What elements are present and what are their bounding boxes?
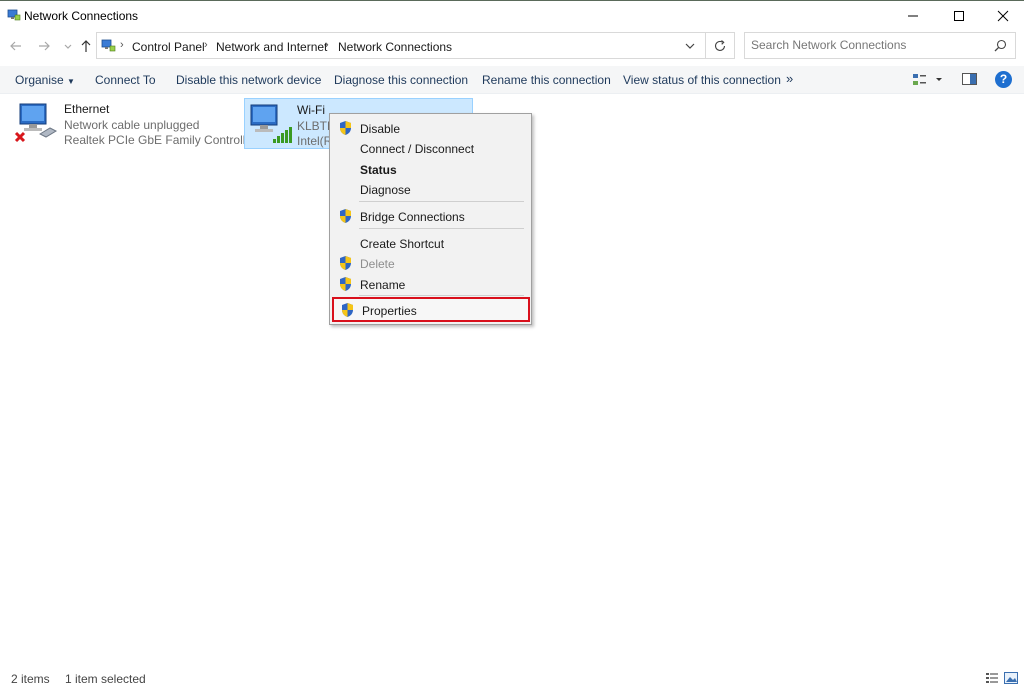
view-status-button[interactable]: View status of this connection [623,73,781,87]
item-name: Ethernet [64,102,110,116]
rename-button[interactable]: Rename this connection [482,73,611,87]
search-icon[interactable] [994,39,1007,52]
menu-separator [359,295,524,296]
forward-button[interactable] [36,38,52,54]
back-button[interactable] [8,38,24,54]
menu-separator [359,201,524,202]
up-button[interactable] [78,38,94,54]
item-status: Network cable unplugged [64,118,200,132]
menu-item-label: Bridge Connections [360,210,465,224]
back-arrow-icon [10,41,21,51]
item-device: Realtek PCIe GbE Family Controller [64,133,257,147]
menu-item-create-shortcut[interactable]: Create Shortcut [332,233,529,253]
menu-item-bridge-connections[interactable]: Bridge Connections [332,206,529,226]
context-menu: Disable Connect / Disconnect Status Diag… [329,113,532,325]
ethernet-disconnected-icon [14,103,58,143]
list-item[interactable]: Ethernet Network cable unplugged Realtek… [12,98,256,149]
breadcrumb-network-and-internet[interactable]: Network and Internet [216,40,327,54]
item-name: Wi-Fi [297,103,325,117]
menu-item-label: Diagnose [360,183,411,197]
menu-item-diagnose[interactable]: Diagnose [332,179,529,199]
search-input[interactable] [751,38,981,52]
breadcrumb-separator[interactable]: › [325,39,329,51]
menu-separator [359,228,524,229]
menu-item-status[interactable]: Status [332,159,529,179]
close-icon [997,10,1009,21]
menu-item-connect-disconnect[interactable]: Connect / Disconnect [332,138,529,158]
menu-item-delete: Delete [332,253,529,273]
network-connections-icon [101,39,116,52]
item-count: 2 items [11,672,50,686]
forward-arrow-icon [39,41,50,51]
uac-shield-icon [340,209,351,223]
uac-shield-icon [340,256,351,270]
recent-locations-button[interactable] [60,38,76,54]
more-commands-button[interactable]: » [786,71,793,86]
address-row: › Control Panel › Network and Internet ›… [0,30,1024,62]
connect-to-button[interactable]: Connect To [95,73,156,87]
uac-shield-icon [342,303,353,317]
status-bar: 2 items 1 item selected [0,668,1024,689]
item-device: Intel(R [297,134,333,148]
title-bar: Network Connections [0,0,1024,30]
breadcrumb-network-connections[interactable]: Network Connections [338,40,452,54]
refresh-icon [714,39,726,51]
search-box[interactable] [744,32,1016,59]
uac-shield-icon [340,277,351,291]
wifi-adapter-icon [250,104,292,143]
menu-item-disable[interactable]: Disable [332,118,529,138]
minimize-icon [908,15,918,16]
uac-shield-icon [340,121,351,135]
refresh-button[interactable] [706,32,735,59]
network-connections-icon [7,9,21,21]
menu-item-label: Connect / Disconnect [360,142,475,156]
close-button[interactable] [980,1,1024,30]
up-arrow-icon [81,40,91,52]
change-view-icon[interactable] [912,71,944,89]
breadcrumb-separator[interactable]: › [120,39,124,51]
menu-item-label: Rename [360,278,406,292]
window-title: Network Connections [24,9,139,23]
details-view-icon[interactable] [985,672,999,684]
diagnose-button[interactable]: Diagnose this connection [334,73,468,87]
menu-item-label: Properties [362,304,417,318]
large-icons-view-icon[interactable] [1004,672,1018,684]
selection-count: 1 item selected [65,672,146,686]
menu-item-label: Create Shortcut [360,237,445,251]
menu-item-label: Delete [360,257,395,271]
help-icon[interactable]: ? [995,71,1012,88]
minimize-button[interactable] [890,1,936,30]
command-bar: Organise ▼ Connect To Disable this netwo… [0,66,1024,94]
maximize-icon [954,10,964,21]
organise-menu[interactable]: Organise ▼ [15,73,75,87]
disable-device-button[interactable]: Disable this network device [176,73,321,87]
menu-item-label: Disable [360,122,401,136]
address-bar[interactable]: › Control Panel › Network and Internet ›… [96,32,706,59]
menu-item-label: Status [360,163,397,177]
menu-item-rename[interactable]: Rename [332,274,529,294]
menu-item-properties[interactable]: Properties [332,297,530,322]
maximize-button[interactable] [936,1,982,30]
chevron-down-icon[interactable] [683,39,697,53]
breadcrumb-separator[interactable]: › [204,39,208,51]
dropdown-arrow-icon: ▼ [67,77,75,86]
breadcrumb-control-panel[interactable]: Control Panel [132,40,205,54]
preview-pane-icon[interactable] [962,72,977,86]
organise-label: Organise [15,73,64,87]
chevron-down-icon [64,44,72,49]
